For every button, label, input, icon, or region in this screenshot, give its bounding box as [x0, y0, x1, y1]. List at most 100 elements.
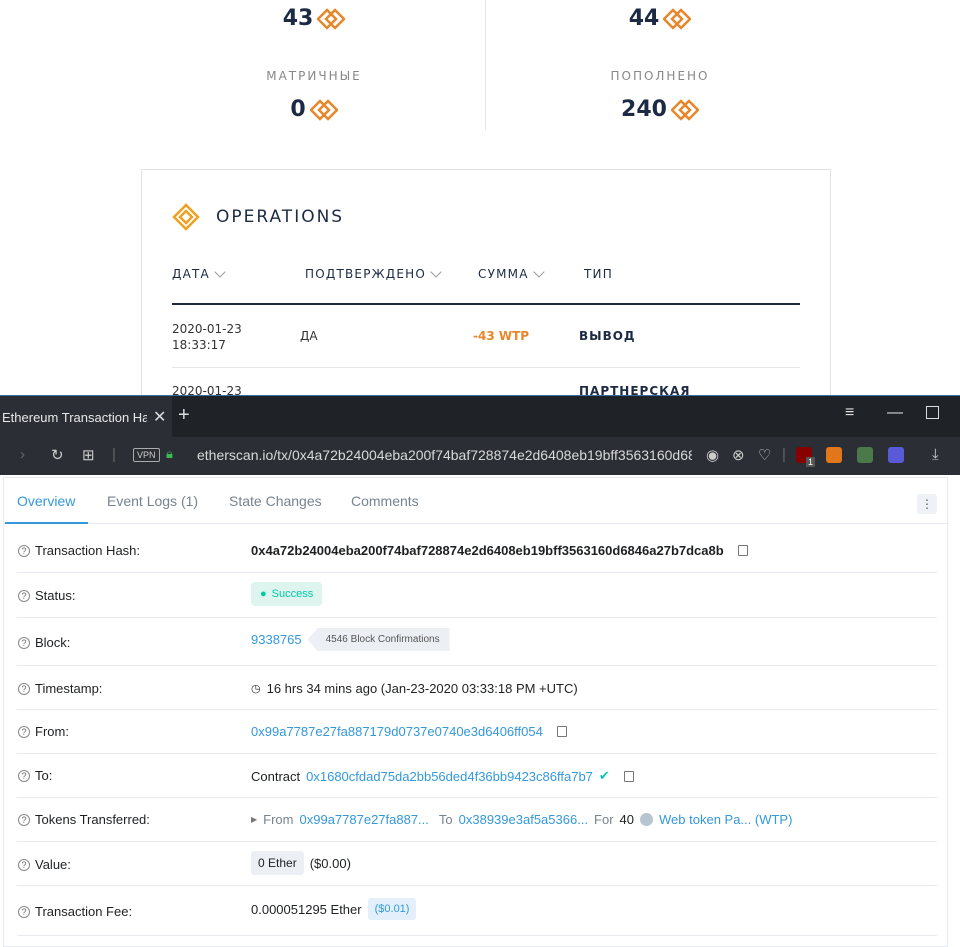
check-circle-icon: ● — [260, 588, 267, 600]
help-icon[interactable]: ? — [18, 589, 30, 602]
copy-icon[interactable] — [737, 545, 748, 556]
help-icon[interactable]: ? — [18, 544, 30, 557]
transaction-tabs: Overview Event Logs (1) State Changes Co… — [4, 478, 949, 524]
stat-right-top-value: 44 — [628, 6, 660, 31]
tab-state-changes[interactable]: State Changes — [229, 493, 322, 509]
row-2-type: ПАРТНЕРСКАЯ — [579, 384, 691, 395]
row-tokens-transferred: ? Tokens Transferred: ▶ From 0x99a7787e27… — [17, 798, 937, 842]
token-amount: 40 — [619, 812, 635, 827]
help-icon[interactable]: ? — [18, 725, 30, 738]
browser-tab-bar: Ethereum Transaction Hash ✕ + ≡ — — [0, 395, 960, 438]
from-address-link[interactable]: 0x99a7787e27fa887179d0737e0740e3d6406ff0… — [251, 724, 543, 739]
tab-comments[interactable]: Comments — [351, 493, 419, 509]
minimize-icon[interactable]: — — [887, 404, 903, 422]
token-name-link[interactable]: Web token Pa... (WTP) — [659, 812, 792, 827]
token-icon — [670, 98, 699, 121]
stat-matrix-value: 0 — [290, 97, 306, 122]
close-icon[interactable]: ✕ — [153, 407, 166, 427]
operations-title-text: OPERATIONS — [216, 207, 345, 227]
token-from-link[interactable]: 0x99a7787e27fa887... — [300, 812, 429, 827]
browser-tab[interactable]: Ethereum Transaction Hash ✕ — [0, 396, 172, 438]
tab-event-logs[interactable]: Event Logs (1) — [107, 493, 198, 509]
help-icon[interactable]: ? — [18, 769, 30, 782]
to-contract-link[interactable]: 0x1680cfdad75da2bb56ded4f36bb9423c86ffa7… — [306, 769, 593, 784]
camera-icon[interactable]: ◉ — [706, 446, 719, 464]
token-icon — [640, 813, 654, 826]
token-icon — [317, 7, 346, 30]
metamask-icon[interactable] — [826, 447, 842, 463]
block-icon[interactable]: ⊗ — [732, 446, 745, 464]
heart-icon[interactable]: ♡ — [758, 446, 771, 464]
transaction-card: Overview Event Logs (1) State Changes Co… — [3, 477, 949, 947]
tab-overview[interactable]: Overview — [17, 493, 75, 509]
copy-icon[interactable] — [623, 770, 634, 782]
separator: | — [112, 446, 116, 463]
row-status: ? Status: ● Success — [17, 573, 937, 618]
address-bar: › ↻ ⊞ | VPN 🔒︎ etherscan.io/tx/0x4a72b24… — [0, 437, 960, 475]
fee-value: 0.000051295 Ether — [251, 901, 362, 917]
chevron-down-icon — [532, 265, 545, 278]
copy-icon[interactable] — [556, 726, 567, 737]
tabs-grid-icon[interactable]: ⊞ — [82, 446, 95, 464]
block-confirmations-badge: 4546 Block Confirmations — [307, 628, 450, 651]
url-field[interactable]: etherscan.io/tx/0x4a72b24004eba200f74baf… — [197, 447, 692, 463]
column-header-confirmed[interactable]: ПОДТВЕРЖДЕНО — [305, 265, 442, 281]
clock-icon: ◷ — [251, 683, 261, 695]
row-1-confirmed: ДА — [300, 329, 318, 343]
stat-left-top-value: 43 — [282, 6, 314, 31]
wallet-page: 43 44 МАТРИЧНЫЕ 0 ПОПОЛНЕНО 240 OPERATIO… — [0, 0, 960, 395]
stat-replenished-label: ПОПОЛНЕНО — [610, 69, 710, 83]
help-icon[interactable]: ? — [18, 905, 30, 918]
row-to: ? To: Contract 0x1680cfdad75da2bb56ded4f36… — [17, 754, 937, 798]
row-value: ? Value: 0 Ether ($0.00) — [17, 842, 937, 886]
operations-title: OPERATIONS — [172, 203, 344, 231]
operations-logo-icon — [172, 203, 200, 231]
stat-replenished-value: 240 — [621, 97, 667, 122]
help-icon[interactable]: ? — [18, 813, 30, 826]
chevron-down-icon — [430, 265, 442, 278]
row-1-amount: -43 WTP — [473, 329, 530, 343]
row-2-date: 2020-01-23 — [172, 384, 242, 395]
tab-title: Ethereum Transaction Hash — [2, 409, 147, 425]
row-transaction-fee: ? Transaction Fee: 0.000051295 Ether ($0.0… — [17, 886, 937, 936]
download-icon[interactable]: ⤓ — [932, 446, 939, 463]
row-timestamp: ? Timestamp: ◷ 16 hrs 34 mins ago (Jan-23-… — [17, 666, 937, 710]
column-header-date[interactable]: ДАТА — [172, 265, 226, 281]
table-header-rule — [172, 303, 800, 305]
row-block: ? Block: 9338765 4546 Block Confirmations — [17, 618, 937, 666]
caret-right-icon: ▶ — [251, 815, 258, 824]
cube-extension-icon[interactable] — [857, 447, 873, 463]
column-header-amount[interactable]: СУММА — [478, 265, 545, 281]
token-to-link[interactable]: 0x38939e3af5a5366... — [459, 812, 588, 827]
stat-matrix-label: МАТРИЧНЫЕ — [266, 69, 362, 83]
value-ether: 0 Ether — [251, 851, 304, 875]
maximize-icon[interactable] — [926, 406, 939, 419]
extension-icon[interactable] — [888, 447, 904, 463]
stat-matrix: МАТРИЧНЫЕ 0 — [164, 69, 464, 122]
more-options-icon[interactable]: ⋮ — [917, 494, 937, 514]
value-usd: ($0.00) — [309, 855, 351, 871]
row-from: ? From: 0x99a7787e27fa887179d0737e0740e3d… — [17, 710, 937, 754]
verified-check-icon: ✔ — [598, 768, 610, 783]
new-tab-icon[interactable]: + — [178, 404, 190, 427]
token-icon — [663, 7, 692, 30]
row-1-date: 2020-01-23 18:33:17 — [172, 322, 242, 352]
help-icon[interactable]: ? — [18, 682, 30, 695]
stat-replenished: ПОПОЛНЕНО 240 — [510, 69, 810, 122]
token-icon — [309, 98, 338, 121]
block-link[interactable]: 9338765 — [251, 632, 302, 647]
vpn-button[interactable]: VPN — [133, 448, 160, 462]
transaction-hash-value: 0x4a72b24004eba200f74baf728874e2d6408eb1… — [251, 543, 724, 558]
row-separator — [172, 367, 800, 368]
stat-left-top: 43 — [164, 6, 464, 31]
operations-panel: OPERATIONS ДАТА ПОДТВЕРЖДЕНО СУММА ТИП 2… — [141, 169, 831, 395]
row-1-type: ВЫВОД — [579, 329, 636, 343]
help-icon[interactable]: ? — [18, 858, 30, 871]
reload-icon[interactable]: ↻ — [51, 446, 64, 464]
tab-menu-icon[interactable]: ≡ — [845, 404, 854, 422]
help-icon[interactable]: ? — [18, 636, 30, 649]
lock-icon[interactable]: 🔒︎ — [166, 446, 173, 462]
forward-icon[interactable]: › — [20, 446, 25, 463]
column-header-type: ТИП — [584, 267, 613, 281]
timestamp-value: 16 hrs 34 mins ago (Jan-23-2020 03:33:18… — [266, 681, 578, 696]
